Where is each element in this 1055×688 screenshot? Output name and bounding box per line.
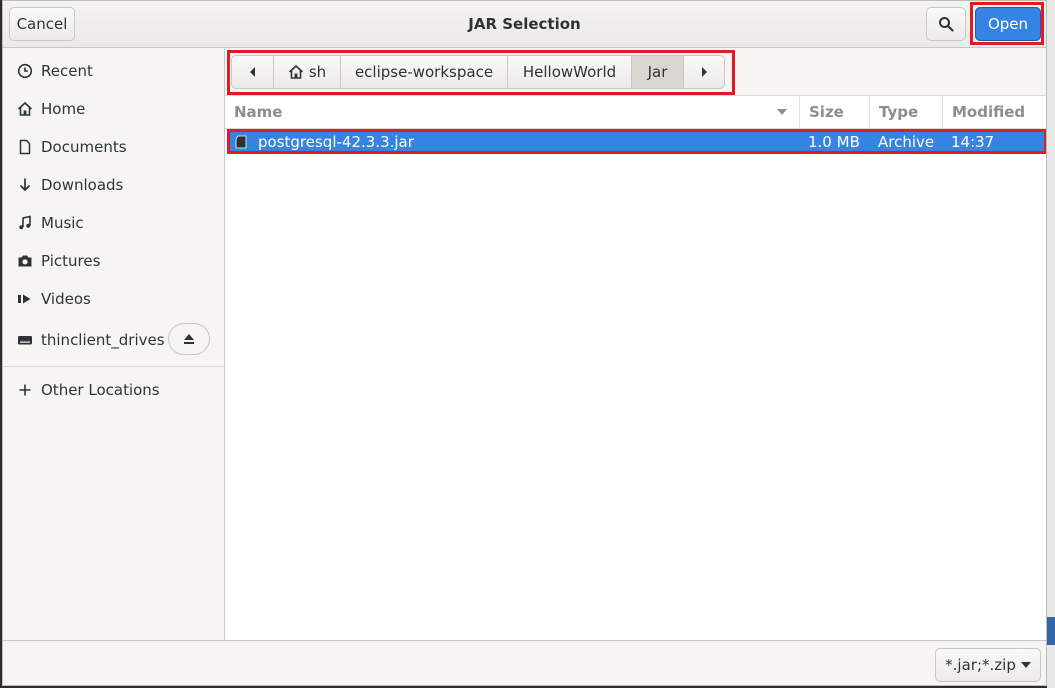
- eject-icon: [184, 334, 194, 344]
- sidebar-item-label: Videos: [41, 290, 91, 308]
- sidebar-item-label: Home: [41, 100, 86, 118]
- eject-button[interactable]: [168, 323, 210, 355]
- drive-icon: [16, 331, 34, 349]
- sidebar-item-videos[interactable]: Videos: [3, 280, 224, 318]
- file-modified: 14:37: [951, 133, 995, 151]
- background-window-edge: [1047, 0, 1055, 688]
- sidebar-item-label: Documents: [41, 138, 127, 156]
- home-icon: [288, 64, 303, 79]
- crumb-home[interactable]: sh: [274, 56, 341, 88]
- sidebar-item-label: Pictures: [41, 252, 101, 270]
- crumb-label: Jar: [647, 63, 668, 81]
- column-label: Size: [809, 103, 844, 121]
- file-name: postgresql-42.3.3.jar: [258, 133, 414, 151]
- chevron-left-icon: [249, 67, 255, 77]
- path-back-button[interactable]: [232, 56, 274, 88]
- file-filter-dropdown[interactable]: *.jar;*.zip: [935, 648, 1041, 682]
- sidebar-item-label: Other Locations: [41, 381, 160, 399]
- clock-icon: [16, 62, 34, 80]
- plus-icon: [16, 381, 34, 399]
- crumb-eclipse-workspace[interactable]: eclipse-workspace: [341, 56, 508, 88]
- sidebar-item-label: Music: [41, 214, 84, 232]
- sidebar-item-downloads[interactable]: Downloads: [3, 166, 224, 204]
- places-sidebar: Recent Home Documents Downloads Music Pi…: [3, 48, 225, 640]
- archive-file-icon: [235, 135, 247, 149]
- file-icon-cell: [235, 131, 247, 153]
- pathbar-area: sh eclipse-workspace HellowWorld Jar: [225, 48, 1046, 95]
- file-chooser-dialog: Cancel JAR Selection Open Recent Home Do…: [2, 0, 1047, 686]
- open-button[interactable]: Open: [975, 7, 1041, 41]
- download-icon: [16, 176, 34, 194]
- footer-bar: *.jar;*.zip: [3, 640, 1046, 685]
- sidebar-item-music[interactable]: Music: [3, 204, 224, 242]
- document-icon: [16, 138, 34, 156]
- column-type[interactable]: Type: [869, 96, 942, 128]
- sidebar-item-thinclient-drives[interactable]: thinclient_drives: [3, 321, 224, 359]
- crumb-label: HellowWorld: [522, 63, 617, 81]
- table-row[interactable]: postgresql-42.3.3.jar 1.0 MB Archive 14:…: [227, 131, 1046, 153]
- dialog-title: JAR Selection: [468, 15, 581, 33]
- music-icon: [16, 214, 34, 232]
- column-name[interactable]: Name: [225, 96, 798, 128]
- file-size: 1.0 MB: [808, 133, 860, 151]
- filter-label: *.jar;*.zip: [945, 656, 1016, 674]
- chevron-right-icon: [702, 67, 707, 77]
- search-button[interactable]: [926, 7, 966, 41]
- sidebar-item-recent[interactable]: Recent: [3, 52, 224, 90]
- path-forward-button[interactable]: [684, 56, 724, 88]
- sidebar-item-other-locations[interactable]: Other Locations: [3, 371, 224, 409]
- sidebar-item-documents[interactable]: Documents: [3, 128, 224, 166]
- column-modified[interactable]: Modified: [942, 96, 1046, 128]
- sidebar-item-label: thinclient_drives: [41, 331, 165, 349]
- crumb-hellowworld[interactable]: HellowWorld: [508, 56, 632, 88]
- crumb-label: eclipse-workspace: [354, 63, 494, 81]
- sidebar-item-label: Downloads: [41, 176, 124, 194]
- column-header: Name Size Type Modified: [225, 95, 1046, 129]
- sidebar-item-home[interactable]: Home: [3, 90, 224, 128]
- crumb-label: sh: [308, 63, 327, 81]
- column-label: Type: [879, 103, 919, 121]
- sidebar-separator: [3, 366, 224, 367]
- sort-down-icon: [777, 109, 787, 115]
- column-size[interactable]: Size: [799, 96, 869, 128]
- search-icon: [939, 17, 954, 32]
- chevron-down-icon: [1020, 662, 1031, 668]
- sidebar-item-label: Recent: [41, 62, 93, 80]
- crumb-jar[interactable]: Jar: [632, 56, 684, 88]
- sidebar-item-pictures[interactable]: Pictures: [3, 242, 224, 280]
- video-icon: [16, 290, 34, 308]
- home-icon: [16, 100, 34, 118]
- column-label: Modified: [952, 103, 1026, 121]
- path-bar: sh eclipse-workspace HellowWorld Jar: [231, 55, 725, 89]
- column-label: Name: [234, 103, 283, 121]
- camera-icon: [16, 252, 34, 270]
- file-type: Archive: [878, 133, 935, 151]
- background-window-accent: [1047, 617, 1055, 645]
- header-bar: Cancel JAR Selection Open: [3, 1, 1046, 48]
- file-list-area: sh eclipse-workspace HellowWorld Jar Nam…: [225, 48, 1046, 640]
